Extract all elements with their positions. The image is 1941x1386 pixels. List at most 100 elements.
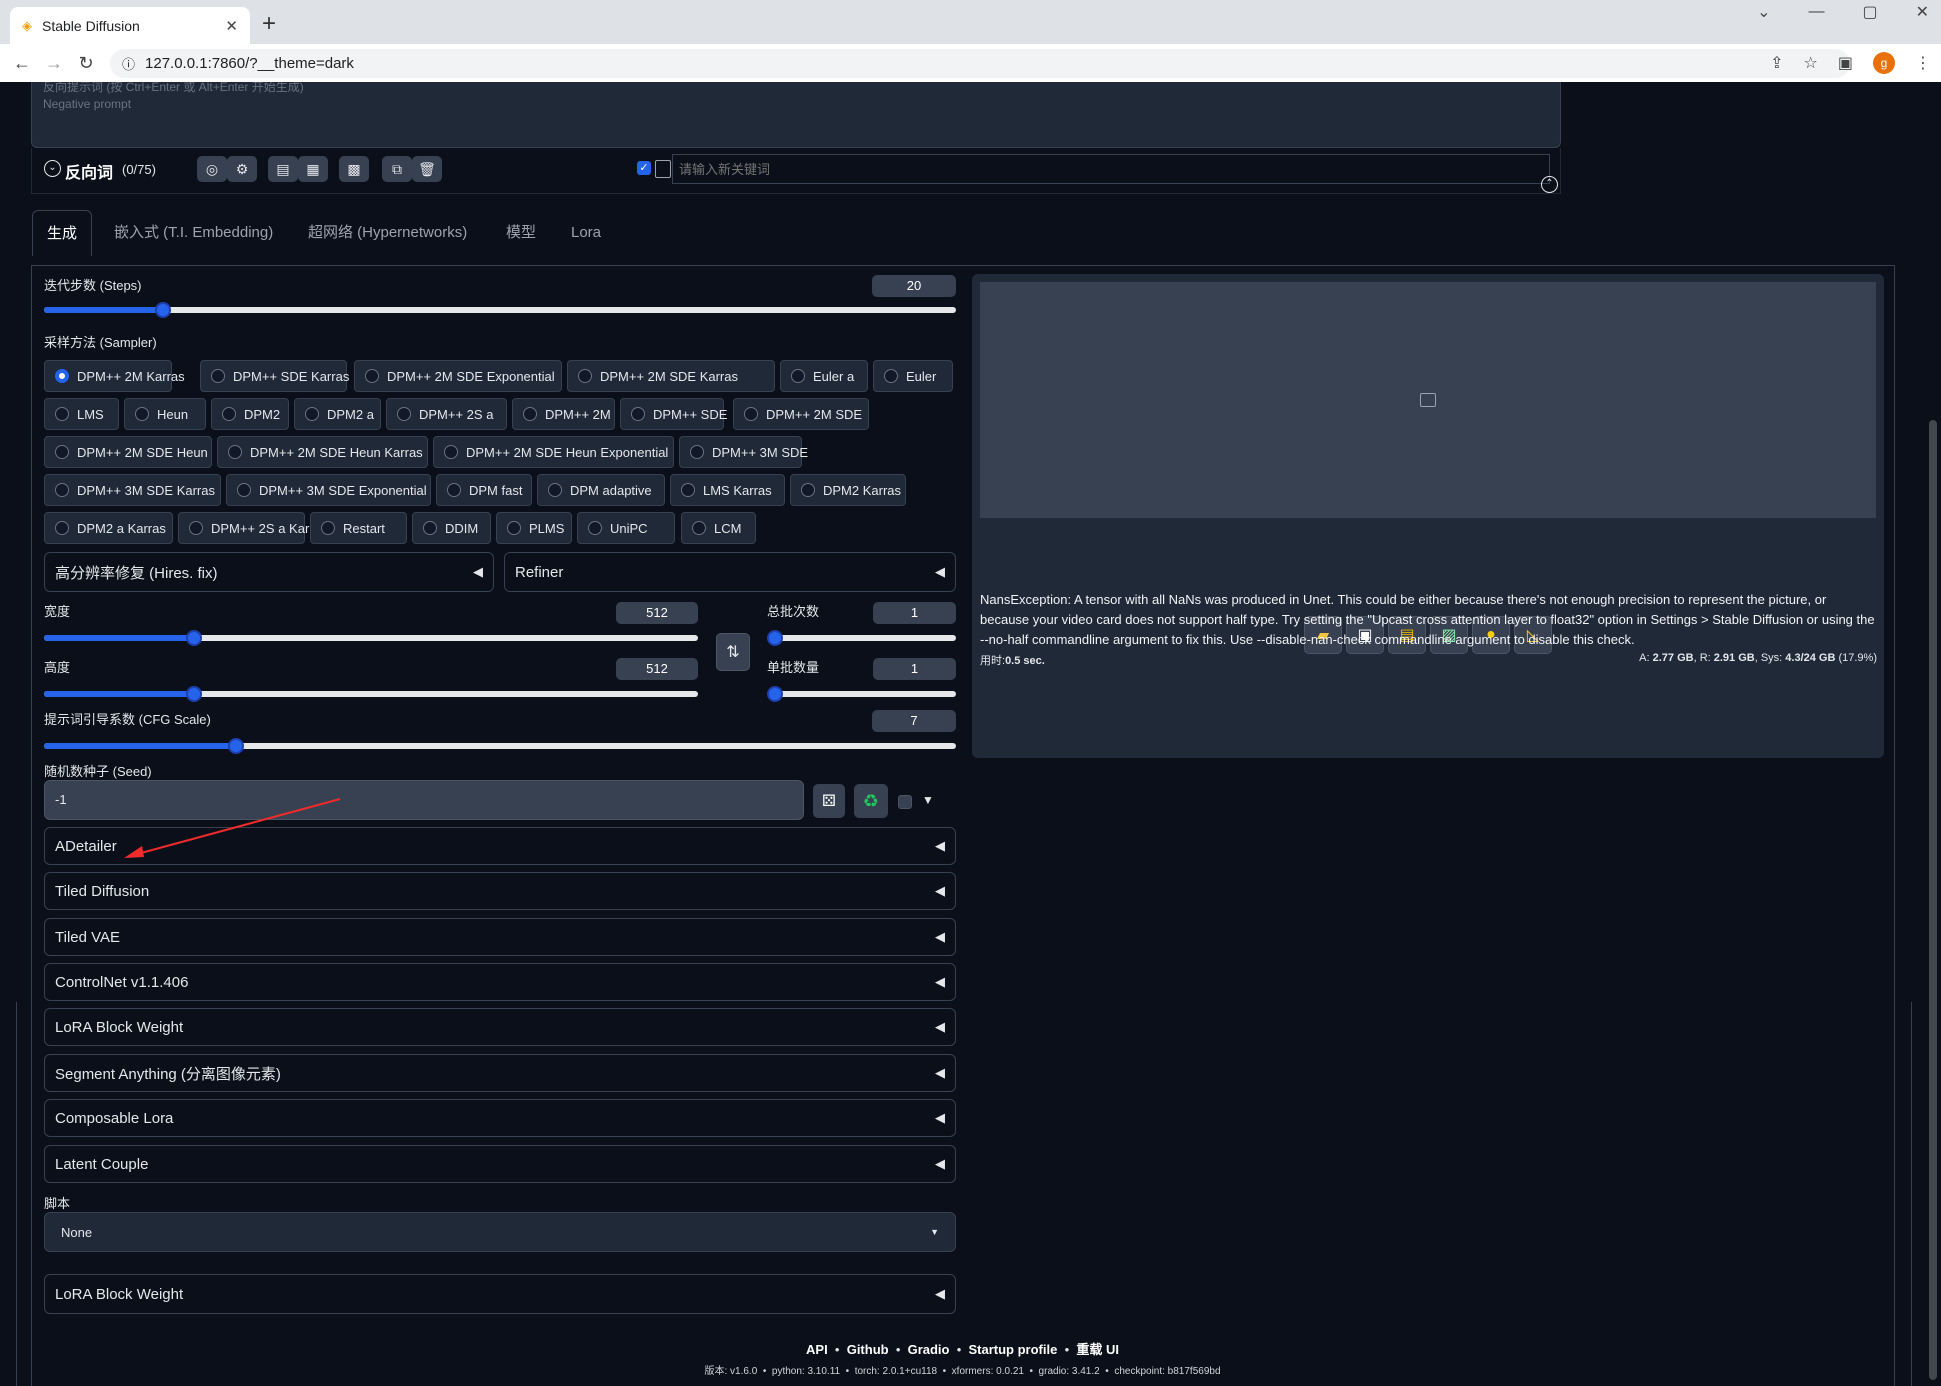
sampler-option[interactable]: DPM++ 2M SDE (733, 398, 869, 430)
profile-avatar[interactable]: g (1873, 52, 1895, 74)
footer-link[interactable]: Gradio (908, 1342, 950, 1357)
sampler-option[interactable]: DPM2 Karras (790, 474, 906, 506)
collapse-up-icon[interactable]: ⌃ (1541, 176, 1558, 193)
sampler-option[interactable]: DPM++ 2M SDE Karras (567, 360, 775, 392)
tab-embedding[interactable]: 嵌入式 (T.I. Embedding) (100, 210, 287, 256)
batch-count-value[interactable]: 1 (873, 602, 956, 624)
sampler-option[interactable]: DPM2 a (294, 398, 381, 430)
accordion-controlnet-v1-1-406[interactable]: ControlNet v1.1.406 ◀ (44, 963, 956, 1001)
accordion-segment-anything[interactable]: Segment Anything (分离图像元素) ◀ (44, 1054, 956, 1092)
batch-count-slider[interactable] (767, 630, 956, 646)
new-tab-icon[interactable]: + (262, 10, 276, 38)
sampler-option[interactable]: DPM++ SDE Karras (200, 360, 349, 392)
footer-link[interactable]: 重载 UI (1076, 1342, 1119, 1357)
batch-count-slider-handle[interactable] (767, 630, 783, 646)
share-icon[interactable]: ⇪ (1770, 53, 1783, 73)
keyword-input[interactable] (672, 154, 1550, 184)
sampler-option[interactable]: DPM++ 2M SDE Exponential (354, 360, 562, 392)
accordion-latent-couple[interactable]: Latent Couple ◀ (44, 1145, 956, 1183)
tab-lora[interactable]: Lora (557, 210, 615, 256)
batch-size-slider[interactable] (767, 686, 956, 702)
scrollbar-thumb[interactable] (1929, 420, 1937, 1380)
sampler-option[interactable]: DPM fast (436, 474, 532, 506)
cfg-slider[interactable] (44, 738, 956, 754)
bookmark-star-icon[interactable]: ☆ (1804, 53, 1818, 73)
width-value[interactable]: 512 (616, 602, 698, 624)
address-bar[interactable]: ⓘ 127.0.0.1:7860/?__theme=dark (110, 49, 1850, 78)
tab-models[interactable]: 模型 (492, 210, 550, 256)
menu-kebab-icon[interactable]: ⋮ (1915, 53, 1931, 73)
random-seed-button[interactable]: ⚄ (813, 784, 845, 818)
close-tab-icon[interactable]: ✕ (225, 17, 238, 35)
script-dropdown[interactable]: None ▼ (44, 1212, 956, 1252)
cfg-value[interactable]: 7 (872, 710, 956, 732)
sampler-option[interactable]: Euler a (780, 360, 868, 392)
refiner-accordion[interactable]: Refiner ◀ (504, 552, 956, 592)
sampler-option[interactable]: DPM++ 3M SDE Exponential (226, 474, 431, 506)
sampler-option[interactable]: DPM++ 2M (512, 398, 615, 430)
hires-fix-accordion[interactable]: 高分辨率修复 (Hires. fix) ◀ (44, 552, 494, 592)
sampler-option[interactable]: DPM2 a Karras (44, 512, 173, 544)
sampler-option[interactable]: UniPC (577, 512, 675, 544)
sampler-option[interactable]: DDIM (412, 512, 491, 544)
collapse-circle-icon[interactable]: ⌄ (44, 160, 61, 177)
sampler-option[interactable]: DPM++ 2S a (386, 398, 507, 430)
footer-link[interactable]: Github (847, 1342, 889, 1357)
height-slider[interactable] (44, 686, 698, 702)
accordion-tiled-diffusion[interactable]: Tiled Diffusion ◀ (44, 872, 956, 910)
reload-icon[interactable]: ↻ (70, 53, 102, 74)
sampler-option[interactable]: Restart (310, 512, 407, 544)
sampler-option[interactable]: DPM++ 2M SDE Heun (44, 436, 212, 468)
tab-hypernetworks[interactable]: 超网络 (Hypernetworks) (294, 210, 481, 256)
favorite-button[interactable]: ▦ (298, 156, 328, 182)
translate-text-button[interactable]: ▩ (339, 156, 369, 182)
reuse-seed-button[interactable]: ♻ (854, 784, 888, 818)
sampler-option[interactable]: Heun (124, 398, 206, 430)
height-value[interactable]: 512 (616, 658, 698, 680)
copy-button[interactable]: ⧉ (382, 156, 412, 182)
extra-seed-checkbox[interactable] (898, 795, 912, 809)
sampler-option[interactable]: DPM++ 3M SDE (679, 436, 808, 468)
keyword-enable-checkbox[interactable]: ✓ (637, 161, 651, 175)
batch-size-slider-handle[interactable] (767, 686, 783, 702)
steps-value[interactable]: 20 (872, 275, 956, 297)
sampler-option[interactable]: PLMS (496, 512, 572, 544)
keyword-toggle-box[interactable] (655, 160, 671, 178)
accordion-lora-block-weight[interactable]: LoRA Block Weight ◀ (44, 1008, 956, 1046)
sampler-option[interactable]: DPM++ 2M SDE Heun Karras (217, 436, 428, 468)
batch-size-value[interactable]: 1 (873, 658, 956, 680)
translate-globe-button[interactable]: ◎ (197, 156, 227, 182)
steps-slider-handle[interactable] (154, 302, 171, 318)
negative-prompt-box[interactable]: 反向提示词 (按 Ctrl+Enter 或 Alt+Enter 开始生成) Ne… (31, 82, 1561, 148)
footer-link[interactable]: Startup profile (969, 1342, 1058, 1357)
sampler-option[interactable]: DPM++ 2M Karras (44, 360, 185, 392)
sampler-option[interactable]: LMS (44, 398, 119, 430)
accordion-tiled-vae[interactable]: Tiled VAE ◀ (44, 918, 956, 956)
accordion-composable-lora[interactable]: Composable Lora ◀ (44, 1099, 956, 1137)
footer-link[interactable]: API (806, 1342, 828, 1357)
sampler-option[interactable]: DPM2 (211, 398, 289, 430)
sampler-option[interactable]: DPM++ 3M SDE Karras (44, 474, 221, 506)
sampler-option[interactable]: DPM adaptive (537, 474, 665, 506)
minimize-icon[interactable]: — (1808, 3, 1824, 21)
extra-seed-triangle-icon[interactable]: ▼ (922, 793, 934, 807)
accordion-lora-block-weight-2[interactable]: LoRA Block Weight ◀ (44, 1274, 956, 1314)
settings-gear-button[interactable]: ⚙ (227, 156, 257, 182)
browser-tab[interactable]: ◈ Stable Diffusion ✕ (10, 7, 250, 44)
delete-button[interactable]: 🗑 (412, 156, 442, 182)
sampler-option[interactable]: Euler (873, 360, 953, 392)
tab-generate[interactable]: 生成 (32, 210, 93, 256)
tab-search-icon[interactable]: ⌄ (1757, 2, 1770, 22)
swap-dimensions-button[interactable]: ⇅ (716, 633, 750, 671)
close-window-icon[interactable]: ✕ (1916, 2, 1929, 22)
sampler-option[interactable]: LCM (681, 512, 756, 544)
sampler-option[interactable]: DPM++ 2S a Karras (178, 512, 327, 544)
site-info-icon[interactable]: ⓘ (122, 54, 135, 73)
back-icon[interactable]: ← (6, 53, 38, 74)
forward-icon[interactable]: → (38, 53, 70, 74)
cfg-slider-handle[interactable] (227, 738, 244, 754)
maximize-icon[interactable]: ▢ (1862, 2, 1877, 22)
sampler-option[interactable]: DPM++ 2M SDE Heun Exponential (433, 436, 674, 468)
side-panel-icon[interactable]: ▣ (1838, 53, 1853, 73)
width-slider[interactable] (44, 630, 698, 646)
